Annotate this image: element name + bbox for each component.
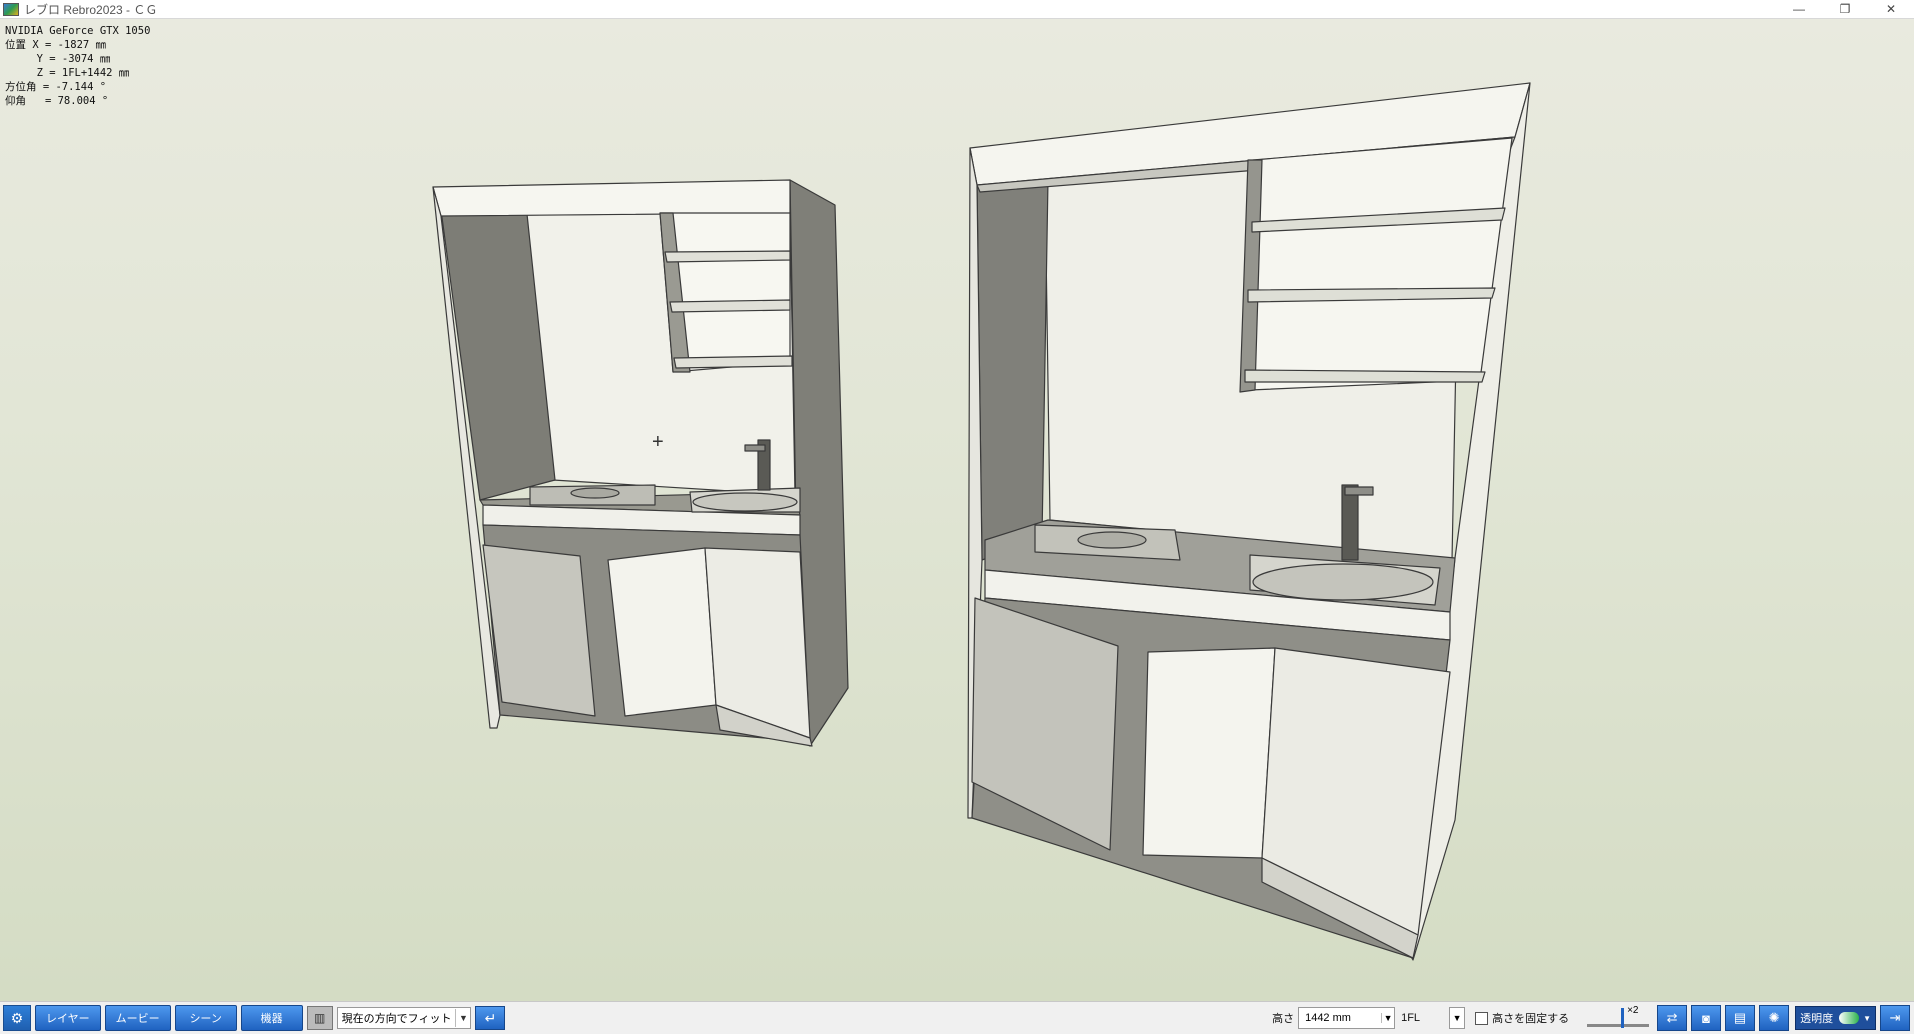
slider-handle[interactable] [1621, 1008, 1625, 1028]
scene-label: シーン [189, 1013, 222, 1025]
window-controls: — ❐ ✕ [1776, 0, 1914, 18]
elevation-text: 仰角 = 78.004 ° [5, 95, 109, 107]
bottom-toolbar: ⚙ レイヤー ムービー シーン 機器 ▥ 現在の方向でフィット ▼ ↵ 高さ 1… [0, 1001, 1914, 1034]
right-cabinet [967, 82, 1531, 961]
fix-height-checkbox[interactable] [1475, 1011, 1489, 1025]
layer-label: レイヤー [46, 1013, 90, 1025]
transparency-control[interactable]: 透明度 ▼ [1795, 1006, 1876, 1030]
gpu-text: NVIDIA GeForce GTX 1050 [5, 25, 151, 37]
transparency-label: 透明度 [1800, 1013, 1834, 1025]
crosshair-cursor: + [652, 431, 664, 453]
height-label: 高さ [1272, 1013, 1295, 1025]
window-title: レブロ Rebro2023 - ＣＧ [24, 2, 158, 17]
equipment-button[interactable]: 機器 [240, 1005, 303, 1031]
slider-track [1587, 1024, 1650, 1027]
title-bar: レブロ Rebro2023 - ＣＧ — ❐ ✕ [0, 0, 1914, 19]
exit-arrow-icon[interactable]: ⇥ [1880, 1005, 1910, 1031]
settings-gear-icon[interactable]: ⚙ [3, 1005, 31, 1031]
cg-viewport[interactable]: NVIDIA GeForce GTX 1050 位置 X = -1827 ㎜ Y … [0, 19, 1914, 1001]
camera-info-overlay: NVIDIA GeForce GTX 1050 位置 X = -1827 ㎜ Y … [5, 24, 150, 108]
height-value: 1442 mm [1305, 1012, 1351, 1024]
position-y-text: Y = -3074 ㎜ [5, 53, 111, 65]
left-cabinet [432, 179, 849, 747]
height-input[interactable]: 1442 mm ▼ [1298, 1007, 1396, 1029]
position-z-text: Z = 1FL+1442 ㎜ [5, 67, 130, 79]
chevron-down-icon: ▼ [1863, 1013, 1871, 1023]
fit-mode-select[interactable]: 現在の方向でフィット ▼ [336, 1007, 472, 1029]
scene-button[interactable]: シーン [174, 1005, 237, 1031]
movie-label: ムービー [115, 1013, 160, 1025]
transparency-toggle[interactable] [1839, 1012, 1860, 1024]
floor-dropdown[interactable]: ▼ [1449, 1007, 1466, 1029]
lifebuoy-icon[interactable]: ✺ [1759, 1005, 1790, 1031]
position-x-text: 位置 X = -1827 ㎜ [5, 39, 107, 51]
close-button[interactable]: ✕ [1868, 0, 1914, 18]
azimuth-text: 方位角 = -7.144 ° [5, 81, 107, 93]
panel-toggle-icon[interactable]: ▥ [306, 1006, 333, 1030]
equipment-label: 機器 [260, 1013, 283, 1025]
minimize-button[interactable]: — [1776, 0, 1822, 18]
zoom-label: ×2 [1627, 1005, 1639, 1016]
swap-arrows-icon[interactable]: ⇄ [1657, 1005, 1688, 1031]
restore-button[interactable]: ❐ [1822, 0, 1868, 18]
print-icon[interactable]: ▤ [1725, 1005, 1756, 1031]
fix-height-label: 高さを固定する [1492, 1013, 1570, 1025]
camera-icon[interactable]: ◙ [1691, 1005, 1722, 1031]
enter-icon[interactable]: ↵ [475, 1006, 506, 1030]
cabinet-scene [432, 82, 1531, 961]
chevron-down-icon: ▼ [455, 1009, 470, 1027]
movie-button[interactable]: ムービー [104, 1005, 171, 1031]
fit-mode-value: 現在の方向でフィット [341, 1013, 452, 1025]
chevron-down-icon: ▼ [1381, 1013, 1394, 1023]
layer-button[interactable]: レイヤー [35, 1005, 101, 1031]
app-icon [3, 2, 19, 16]
zoom-slider[interactable]: ×2 [1583, 1005, 1653, 1030]
floor-value: 1FL [1401, 1012, 1421, 1024]
